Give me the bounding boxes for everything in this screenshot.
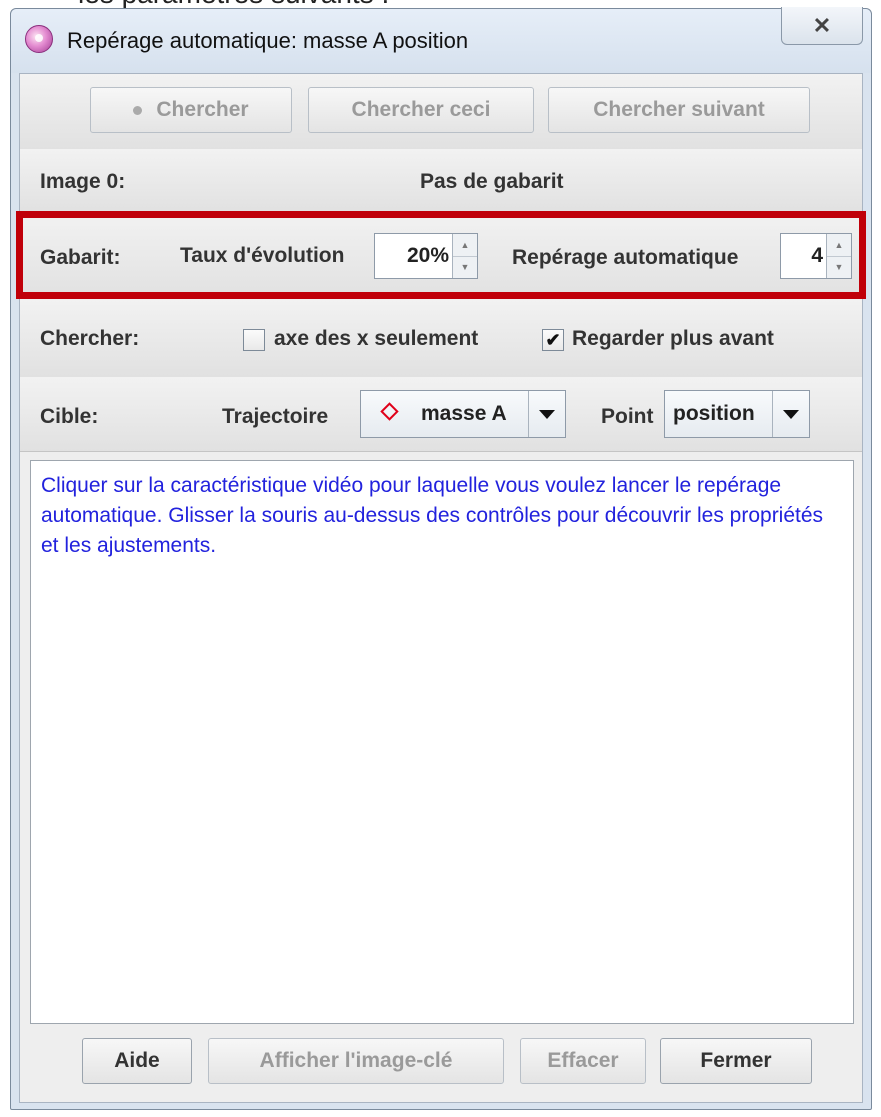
track-dropdown-arrow[interactable] [528,391,565,437]
spinner-up-icon[interactable]: ▲ [453,234,477,257]
dialog-footer: Aide Afficher l'image-clé Effacer Fermer [20,1024,862,1102]
show-keyframe-label: Afficher l'image-clé [259,1049,453,1072]
clear-button[interactable]: Effacer [520,1038,646,1084]
spinner-down-icon[interactable]: ▼ [827,256,851,278]
spinner-up-icon[interactable]: ▲ [827,234,851,257]
track-label: Trajectoire [222,405,329,428]
search-button-label: Chercher [156,98,249,121]
search-toolbar: Chercher Chercher ceci Chercher suivant [20,74,862,150]
close-button-label: Fermer [700,1049,772,1072]
chevron-down-icon [539,409,555,419]
point-label: Point [601,405,654,428]
help-button[interactable]: Aide [82,1038,192,1084]
instructions-text: Cliquer sur la caractéristique vidéo pou… [41,474,824,557]
instructions-panel[interactable]: Cliquer sur la caractéristique vidéo pou… [30,460,854,1024]
track-select[interactable]: masse A [360,390,566,438]
close-window-button[interactable]: ✕ [781,7,863,45]
spinner-down-icon[interactable]: ▼ [453,256,477,278]
search-this-label: Chercher ceci [351,98,491,121]
app-icon [25,25,53,53]
point-select[interactable]: position [664,390,810,438]
look-ahead-checkbox[interactable]: ✔ [542,329,564,351]
search-button[interactable]: Chercher [90,87,292,133]
point-dropdown-arrow[interactable] [772,391,809,437]
red-diamond-icon [380,402,399,421]
autotrack-spinner[interactable]: 4 ▲ ▼ [780,233,852,279]
image-label: Image 0: [40,170,126,193]
search-next-button[interactable]: Chercher suivant [548,87,810,133]
search-status-dot-icon [133,105,143,115]
chevron-down-icon [783,409,799,419]
point-select-value: position [673,402,755,425]
search-this-button[interactable]: Chercher ceci [308,87,534,133]
look-ahead-label: Regarder plus avant [572,327,774,350]
evolution-rate-value: 20% [406,244,449,267]
target-row: Cible: Trajectoire masse A Point positio… [20,377,862,452]
autotracker-dialog: Repérage automatique: masse A position ✕… [10,7,872,1110]
template-label: Gabarit: [40,246,121,269]
image-row: Image 0: Pas de gabarit [20,149,862,214]
search-options-label: Chercher: [40,327,140,350]
template-status: Pas de gabarit [420,170,564,193]
window-title: Repérage automatique: masse A position [67,28,469,53]
close-icon: ✕ [812,12,832,38]
title-bar[interactable]: Repérage automatique: masse A position ✕ [11,7,871,73]
x-axis-only-checkbox[interactable] [243,329,265,351]
close-button[interactable]: Fermer [660,1038,812,1084]
search-options-row: Chercher: axe des x seulement ✔ Regarder… [20,299,862,378]
help-button-label: Aide [114,1049,160,1072]
autotrack-value: 4 [811,244,823,267]
search-next-label: Chercher suivant [593,98,765,121]
show-keyframe-button[interactable]: Afficher l'image-clé [208,1038,504,1084]
track-select-value: masse A [421,402,507,425]
x-axis-only-label: axe des x seulement [274,327,479,350]
clear-button-label: Effacer [547,1049,619,1072]
dialog-content: Chercher Chercher ceci Chercher suivant … [16,73,866,1103]
autotrack-label: Repérage automatique [512,246,739,269]
template-row: Gabarit: Taux d'évolution 20% ▲ ▼ Repéra… [20,213,862,300]
checkmark-icon: ✔ [545,330,561,350]
evolution-rate-label: Taux d'évolution [180,244,345,267]
target-label: Cible: [40,405,99,428]
evolution-rate-spinner[interactable]: 20% ▲ ▼ [374,233,478,279]
